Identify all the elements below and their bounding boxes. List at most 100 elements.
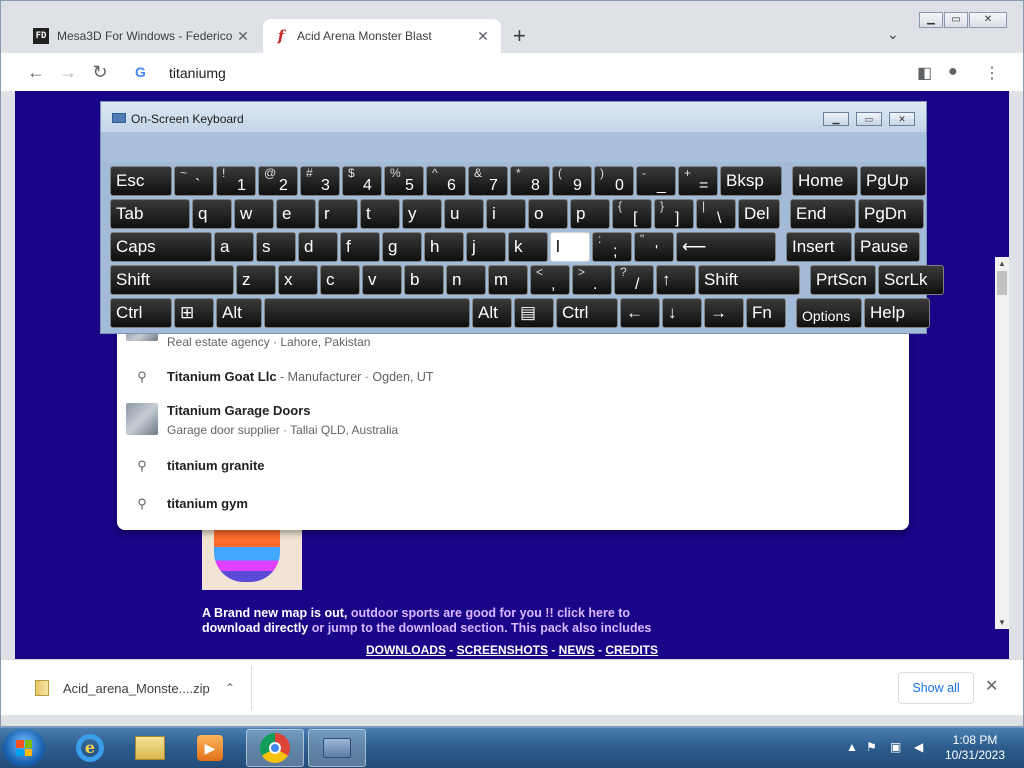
close-icon[interactable]: ✕: [475, 28, 491, 45]
key-u93[interactable]: }]: [654, 199, 694, 229]
maximize-button[interactable]: ▭: [856, 112, 882, 126]
internet-explorer-icon[interactable]: e: [61, 729, 119, 767]
forward-arrow-icon[interactable]: →: [57, 61, 79, 83]
key-l[interactable]: l: [550, 232, 590, 262]
key-t[interactable]: t: [360, 199, 400, 229]
key-u47[interactable]: ? /: [614, 265, 654, 295]
key-u46[interactable]: >.: [572, 265, 612, 295]
back-arrow-icon[interactable]: ←: [25, 61, 47, 83]
tab-acid-arena[interactable]: f Acid Arena Monster Blast ✕: [263, 19, 501, 53]
clock[interactable]: 1:08 PM 10/31/2023: [940, 733, 1010, 763]
key-pgdn[interactable]: PgDn: [858, 199, 924, 229]
key-q[interactable]: q: [192, 199, 232, 229]
new-tab-button[interactable]: +: [513, 25, 526, 47]
key-u[interactable]: u: [444, 199, 484, 229]
omnibox-input[interactable]: titaniumg: [169, 65, 226, 81]
key-scrlk[interactable]: ScrLk: [878, 265, 944, 295]
menu-icon[interactable]: ⋮: [984, 63, 1000, 83]
key-k[interactable]: k: [508, 232, 548, 262]
key-y[interactable]: y: [402, 199, 442, 229]
address-bar[interactable]: G titaniumg: [119, 54, 907, 90]
page-scrollbar[interactable]: ▲ ▼: [995, 257, 1009, 629]
key-u8592[interactable]: ←: [620, 298, 660, 328]
key-caps[interactable]: Caps: [110, 232, 212, 262]
key-u61[interactable]: + =: [678, 166, 718, 196]
key-r[interactable]: r: [318, 199, 358, 229]
key-options[interactable]: Options: [796, 298, 862, 328]
key-b[interactable]: b: [404, 265, 444, 295]
media-player-icon[interactable]: ▶: [181, 729, 239, 767]
suggestion-item[interactable]: ⚲ titanium granite: [117, 458, 909, 474]
on-screen-keyboard-taskbar-icon[interactable]: [308, 729, 366, 767]
key-x[interactable]: x: [278, 265, 318, 295]
key-2[interactable]: @2: [258, 166, 298, 196]
file-explorer-icon[interactable]: [121, 729, 179, 767]
key-shift[interactable]: Shift: [110, 265, 234, 295]
key-alt[interactable]: Alt: [472, 298, 512, 328]
key-v[interactable]: v: [362, 265, 402, 295]
show-all-button[interactable]: Show all: [898, 672, 974, 704]
key-u8862[interactable]: ⊞: [174, 298, 214, 328]
suggestion-item[interactable]: ⚲ titanium gym: [117, 496, 909, 512]
download-link[interactable]: download directly: [202, 621, 308, 635]
minimize-button[interactable]: ▁: [823, 112, 849, 126]
key-0[interactable]: ) 0: [594, 166, 634, 196]
key-4[interactable]: $4: [342, 166, 382, 196]
action-center-icon[interactable]: ⚑: [866, 740, 877, 754]
download-item[interactable]: Acid_arena_Monste....zip ⌃: [21, 670, 251, 706]
maximize-button[interactable]: ▭: [944, 12, 968, 28]
key-home[interactable]: Home: [792, 166, 858, 196]
key-z[interactable]: z: [236, 265, 276, 295]
key-u96[interactable]: ~ `: [174, 166, 214, 196]
key-help[interactable]: Help: [864, 298, 930, 328]
key-pause[interactable]: Pause: [854, 232, 920, 262]
key-9[interactable]: (9: [552, 166, 592, 196]
network-icon[interactable]: ▣: [890, 740, 901, 754]
volume-icon[interactable]: ◀: [914, 740, 923, 754]
key-prtscn[interactable]: PrtScn: [810, 265, 876, 295]
key-w[interactable]: w: [234, 199, 274, 229]
key-ctrl[interactable]: Ctrl: [110, 298, 172, 328]
key-tab[interactable]: Tab: [110, 199, 190, 229]
key-u8595[interactable]: ↓: [662, 298, 702, 328]
key-u8593[interactable]: ↑: [656, 265, 696, 295]
key-ctrl[interactable]: Ctrl: [556, 298, 618, 328]
scroll-down-icon[interactable]: ▼: [998, 618, 1006, 627]
suggestion-item[interactable]: Real estate agency · Lahore, Pakistan: [117, 327, 909, 349]
key-h[interactable]: h: [424, 232, 464, 262]
key-fn[interactable]: Fn: [746, 298, 786, 328]
key-u9636[interactable]: ▤: [514, 298, 554, 328]
chrome-icon[interactable]: [246, 729, 304, 767]
close-window-button[interactable]: ✕: [889, 112, 915, 126]
key-i[interactable]: i: [486, 199, 526, 229]
key-space[interactable]: [264, 298, 470, 328]
key-u39[interactable]: " ': [634, 232, 674, 262]
key-6[interactable]: ^ 6: [426, 166, 466, 196]
osk-titlebar[interactable]: On-Screen Keyboard ▁ ▭ ✕: [101, 102, 926, 132]
scroll-thumb[interactable]: [997, 271, 1007, 295]
key-5[interactable]: % 5: [384, 166, 424, 196]
chevron-down-icon[interactable]: ⌄: [887, 26, 899, 43]
key-bksp[interactable]: Bksp: [720, 166, 782, 196]
side-panel-icon[interactable]: ◧: [917, 63, 932, 83]
key-u92[interactable]: | \: [696, 199, 736, 229]
key-a[interactable]: a: [214, 232, 254, 262]
chevron-up-icon[interactable]: ⌃: [225, 681, 235, 695]
link-credits[interactable]: CREDITS: [605, 643, 658, 657]
key-u8594[interactable]: →: [704, 298, 744, 328]
key-c[interactable]: c: [320, 265, 360, 295]
key-d[interactable]: d: [298, 232, 338, 262]
key-s[interactable]: s: [256, 232, 296, 262]
key-o[interactable]: o: [528, 199, 568, 229]
show-hidden-icons-icon[interactable]: ▲: [846, 740, 858, 754]
key-u59[interactable]: :;: [592, 232, 632, 262]
key-n[interactable]: n: [446, 265, 486, 295]
key-m[interactable]: m: [488, 265, 528, 295]
key-end[interactable]: End: [790, 199, 856, 229]
key-u91[interactable]: {[: [612, 199, 652, 229]
key-1[interactable]: ! 1: [216, 166, 256, 196]
link-downloads[interactable]: DOWNLOADS: [366, 643, 446, 657]
key-p[interactable]: p: [570, 199, 610, 229]
close-icon[interactable]: ✕: [235, 28, 251, 45]
suggestion-item[interactable]: ⚲ Titanium Goat Llc - Manufacturer · Ogd…: [117, 369, 909, 385]
